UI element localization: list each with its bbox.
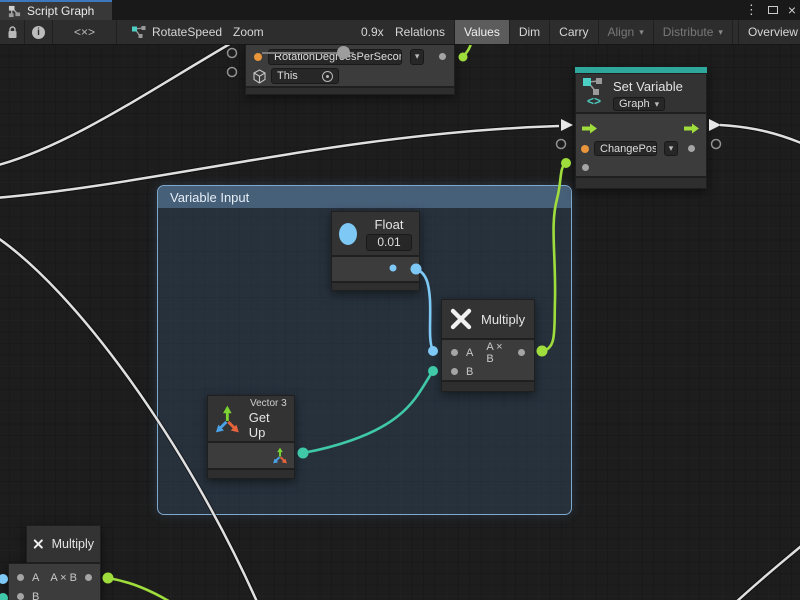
info-button[interactable]: i xyxy=(25,20,53,44)
port-b[interactable] xyxy=(17,593,24,600)
variable-output-port[interactable] xyxy=(439,53,446,60)
scope-dropdown[interactable]: Graph ▾ xyxy=(613,97,665,111)
node-type-label: Vector 3 xyxy=(250,398,287,409)
port-b-label: B xyxy=(32,591,39,600)
variable-caret-button[interactable]: ▾ xyxy=(410,49,424,65)
node-title: Multiply xyxy=(481,312,525,327)
multiply-icon xyxy=(449,307,473,331)
variable-name: ChangePos xyxy=(600,143,657,155)
node-title: Float xyxy=(375,217,404,232)
tab-script-graph[interactable]: Script Graph xyxy=(0,0,112,20)
node-float[interactable]: Float 0.01 xyxy=(331,211,420,291)
variable-name-dropdown[interactable]: ChangePos xyxy=(594,141,657,156)
node-multiply-2[interactable]: Multiply A A × B B xyxy=(8,525,101,600)
chevron-down-icon: ▾ xyxy=(718,27,723,38)
chevron-down-icon: ▾ xyxy=(639,27,644,38)
node-footer xyxy=(575,177,707,189)
graph-toolbar: i <×> RotateSpeed Zoom 0.9x Relations Va… xyxy=(0,20,800,45)
node-set-variable[interactable]: <> Set Variable Graph ▾ xyxy=(575,67,707,189)
port-b-label: B xyxy=(466,366,473,378)
node-title: Set Variable xyxy=(613,79,683,94)
port-out-label: A × B xyxy=(486,341,510,365)
node-footer xyxy=(441,381,535,392)
code-icon: <×> xyxy=(74,25,95,39)
node-title: Get Up xyxy=(249,410,288,440)
graph-icon xyxy=(8,5,21,18)
variable-port-icon[interactable] xyxy=(581,145,589,153)
object-picker-icon[interactable] xyxy=(322,71,333,82)
target-field[interactable]: This xyxy=(271,68,339,84)
tab-bar: Script Graph ⋮ × xyxy=(0,0,800,20)
close-icon[interactable]: × xyxy=(788,2,796,18)
code-preview-button[interactable]: <×> xyxy=(53,20,117,44)
toolbar-button-distribute[interactable]: Distribute▾ xyxy=(654,20,733,44)
group-header[interactable]: Variable Input xyxy=(158,186,571,208)
scope-label: Graph xyxy=(619,98,650,110)
maximize-icon[interactable] xyxy=(768,6,778,14)
variable-caret-button[interactable]: ▾ xyxy=(664,141,678,156)
toolbar-button-relations[interactable]: Relations xyxy=(386,20,455,44)
float-value-field[interactable]: 0.01 xyxy=(366,234,412,251)
port-a-label: A xyxy=(466,347,473,359)
window-menu-icon[interactable]: ⋮ xyxy=(745,2,758,18)
group-title: Variable Input xyxy=(170,190,249,205)
script-graph-window: Variable Input RotationDegreesPerSecond … xyxy=(0,0,800,600)
graph-breadcrumb-icon xyxy=(131,25,146,39)
zoom-value: 0.9x xyxy=(361,25,384,39)
value-input-port[interactable] xyxy=(582,164,589,171)
zoom-label: Zoom xyxy=(233,25,264,39)
vector3-port-icon[interactable] xyxy=(272,447,288,464)
flow-out-arrow[interactable] xyxy=(684,123,700,134)
info-icon: i xyxy=(32,26,45,39)
float-value: 0.01 xyxy=(377,235,400,249)
toolbar-button-values[interactable]: Values xyxy=(455,20,510,44)
float-type-icon xyxy=(339,223,357,245)
tab-title: Script Graph xyxy=(27,4,94,18)
set-variable-icon: <> xyxy=(582,77,606,105)
lock-button[interactable] xyxy=(0,20,25,44)
vector3-icon xyxy=(214,404,241,434)
port-out[interactable] xyxy=(518,349,525,356)
port-a-label: A xyxy=(32,572,39,584)
node-footer xyxy=(245,87,455,95)
port-b[interactable] xyxy=(451,368,458,375)
node-get-up[interactable]: Vector 3 Get Up xyxy=(207,395,295,479)
flow-in-arrow[interactable] xyxy=(582,123,598,134)
node-title: Multiply xyxy=(52,537,94,551)
node-multiply[interactable]: Multiply A A × B B xyxy=(441,299,535,392)
value-output-port[interactable] xyxy=(688,145,695,152)
breadcrumb-graph-name[interactable]: RotateSpeed xyxy=(152,25,222,39)
node-footer xyxy=(331,282,420,291)
target-label: This xyxy=(277,70,298,82)
port-out[interactable] xyxy=(85,574,92,581)
toolbar-button-overview[interactable]: Overview xyxy=(738,20,800,44)
port-a[interactable] xyxy=(451,349,458,356)
toolbar-button-carry[interactable]: Carry xyxy=(550,20,598,44)
node-footer xyxy=(207,469,295,479)
variable-name-dropdown[interactable]: RotationDegreesPerSecond xyxy=(268,49,402,65)
code-angle-icon: <> xyxy=(587,97,601,105)
lock-icon xyxy=(7,26,18,39)
port-a[interactable] xyxy=(17,574,24,581)
toolbar-button-align[interactable]: Align▾ xyxy=(599,20,654,44)
port-out-label: A × B xyxy=(50,572,77,584)
toolbar-button-dim[interactable]: Dim xyxy=(510,20,550,44)
cube-icon xyxy=(252,69,267,84)
variable-port-icon[interactable] xyxy=(254,53,262,61)
zoom-slider-handle[interactable] xyxy=(337,46,350,59)
multiply-icon xyxy=(33,533,44,555)
